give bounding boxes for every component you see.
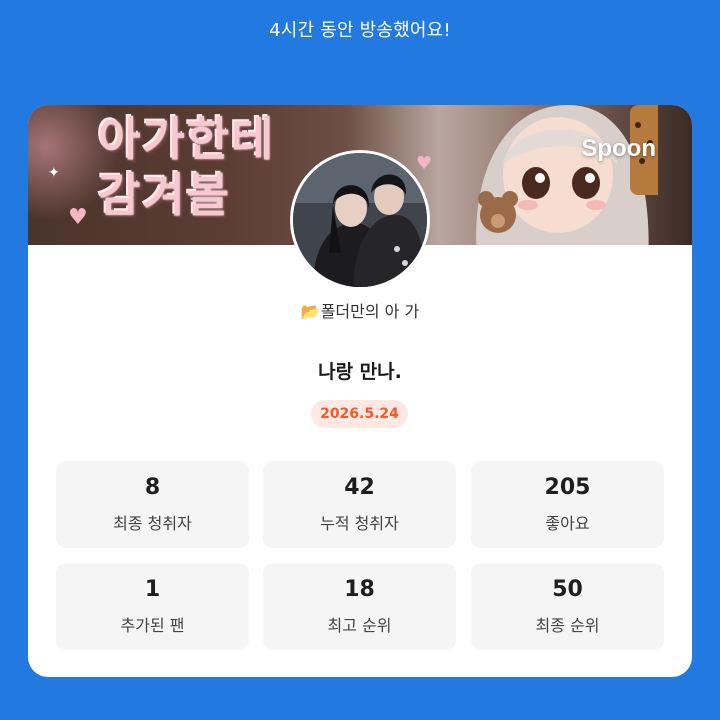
sparkle-icon: ✦ [48,165,60,181]
stat-value: 8 [144,475,161,500]
dj-name: 📂폴더만의 아 가 [300,302,420,321]
avatar [290,150,430,290]
stat-label: 최종 순위 [535,616,600,635]
chibi-girl-illustration [476,105,658,245]
stat-label: 좋아요 [545,514,590,533]
heart-icon: ♥ [416,153,433,174]
stat-final-rank: 50 최종 순위 [471,563,664,650]
stat-total-listeners: 42 누적 청취자 [263,461,456,548]
banner-text-line: 아가한테 [98,112,276,166]
broadcast-summary-card: ♥ ♥ ✦ 아가한테 감겨볼 Spoon 📂폴더만의 아 가 나랑 만나. 20… [28,105,692,677]
stat-value: 205 [544,475,591,500]
stat-new-fans: 1 추가된 팬 [56,563,249,650]
stat-likes: 205 좋아요 [471,461,664,548]
headline: 4시간 동안 방송했어요! [269,20,451,41]
stat-final-listeners: 8 최종 청취자 [56,461,249,548]
broadcast-date-badge: 2026.5.24 [311,400,408,428]
stat-label: 누적 청취자 [320,514,399,533]
stat-value: 18 [344,577,375,602]
broadcast-title: 나랑 만나. [318,361,402,383]
stat-label: 추가된 팬 [120,616,185,635]
spoon-logo: Spoon [581,135,656,162]
stat-best-rank: 18 최고 순위 [263,563,456,650]
stat-value: 42 [344,475,375,500]
stat-value: 50 [552,577,583,602]
couple-photo [293,153,427,287]
stat-value: 1 [144,577,161,602]
stat-label: 최고 순위 [327,616,392,635]
heart-icon: ♥ [68,205,88,230]
stat-label: 최종 청취자 [113,514,192,533]
